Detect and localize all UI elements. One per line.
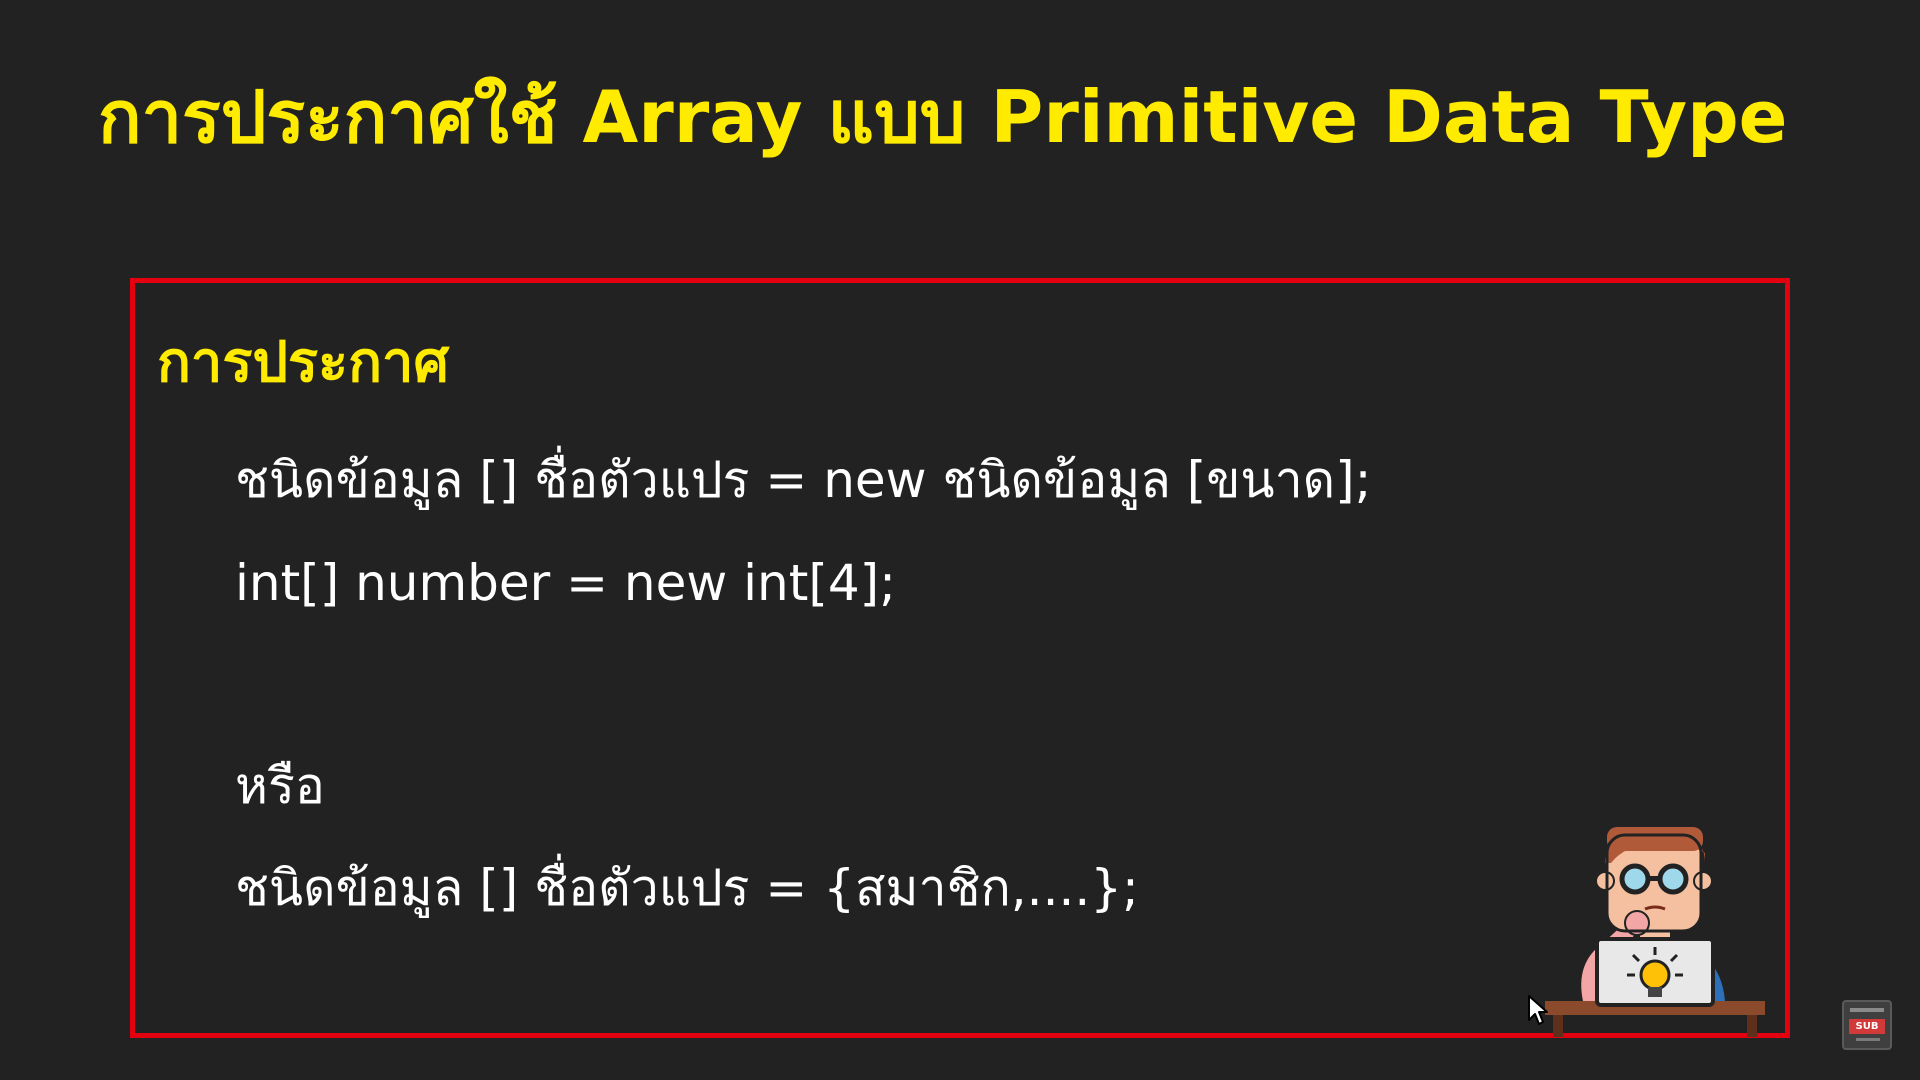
developer-laptop-icon (1545, 827, 1765, 1037)
content-frame: การประกาศ ชนิดข้อมูล [] ชื่อตัวแปร = new… (130, 278, 1790, 1038)
syntax-line-initializer: ชนิดข้อมูล [] ชื่อตัวแปร = {สมาชิก,....}… (235, 859, 1139, 917)
subtitle-toggle-button[interactable]: SUB (1842, 1000, 1892, 1050)
or-line: หรือ (235, 757, 325, 815)
badge-bottom-bar (1856, 1038, 1880, 1041)
slide-title: การประกาศใช้ Array แบบ Primitive Data Ty… (98, 75, 1788, 159)
section-heading: การประกาศ (157, 330, 450, 395)
example-line: int[] number = new int[4]; (235, 554, 897, 612)
mouse-cursor-icon (1528, 995, 1548, 1025)
syntax-line-new: ชนิดข้อมูล [] ชื่อตัวแปร = new ชนิดข้อมู… (235, 451, 1372, 509)
badge-label: SUB (1849, 1019, 1885, 1034)
badge-top-bar (1850, 1008, 1884, 1012)
